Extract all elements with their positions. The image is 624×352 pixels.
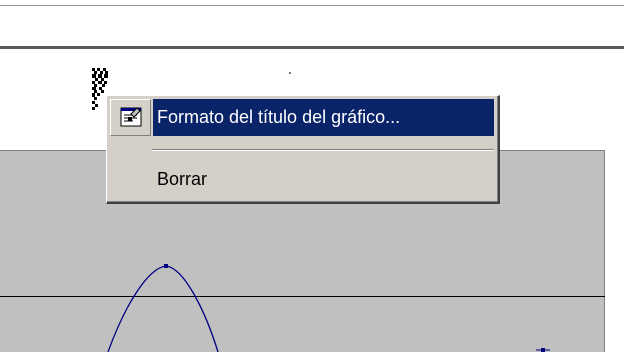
series-marker	[164, 264, 168, 268]
menu-icon-frame	[110, 99, 151, 136]
menu-item-label: Borrar	[157, 169, 208, 189]
format-properties-icon	[120, 107, 142, 127]
menu-item-format-chart-title[interactable]: Formato del título del gráfico...	[110, 99, 494, 136]
menu-item-delete[interactable]: Borrar	[110, 160, 494, 197]
context-menu: Formato del título del gráfico... Borrar	[106, 95, 500, 204]
menu-separator	[152, 149, 494, 151]
menu-item-label: Formato del título del gráfico...	[157, 107, 401, 127]
series-line	[107, 265, 219, 352]
